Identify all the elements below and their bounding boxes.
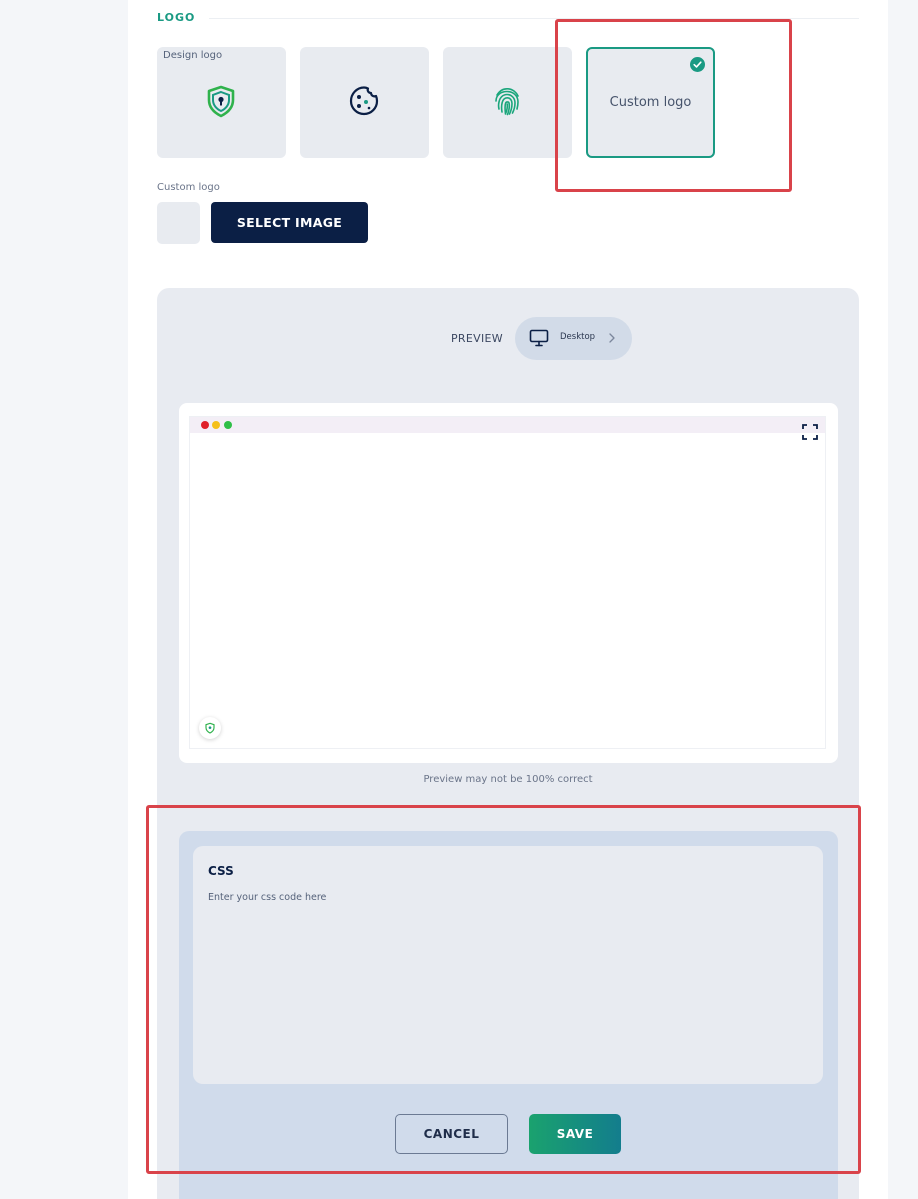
cookie-icon <box>346 83 382 119</box>
window-minimize-dot <box>212 421 220 429</box>
device-selector[interactable]: Desktop <box>515 317 632 360</box>
preview-disclaimer: Preview may not be 100% correct <box>423 774 593 785</box>
window-maximize-dot <box>224 421 232 429</box>
css-code-input[interactable] <box>206 890 814 1074</box>
browser-window-preview <box>189 416 826 749</box>
css-editor: CSS <box>193 846 823 1084</box>
select-image-button[interactable]: SELECT IMAGE <box>211 202 368 243</box>
preview-label: PREVIEW <box>451 332 503 345</box>
fullscreen-icon[interactable] <box>802 424 818 440</box>
logo-option-fingerprint[interactable] <box>443 47 572 158</box>
logo-section-header: LOGO <box>157 10 859 26</box>
logo-option-caption: Design logo <box>163 50 223 61</box>
window-close-dot <box>201 421 209 429</box>
logo-section-title: LOGO <box>157 11 196 24</box>
css-title: CSS <box>208 864 234 878</box>
device-label: Desktop <box>560 332 596 342</box>
css-panel: CSS CANCEL SAVE <box>179 831 838 1199</box>
monitor-icon <box>529 329 549 347</box>
section-divider <box>209 18 859 19</box>
custom-logo-thumbnail <box>157 202 200 244</box>
shield-lock-icon <box>205 722 215 734</box>
custom-logo-option-label: Custom logo <box>609 95 692 110</box>
save-button[interactable]: SAVE <box>529 1114 621 1154</box>
preview-panel: PREVIEW Desktop Preview may not be 100% … <box>157 288 859 1199</box>
fingerprint-icon <box>489 83 525 119</box>
logo-options: Design logo Custom logo <box>157 47 717 159</box>
browser-titlebar <box>190 417 825 433</box>
preview-card <box>179 403 838 763</box>
logo-option-cookie[interactable] <box>300 47 429 158</box>
check-icon <box>690 57 705 72</box>
chevron-right-icon <box>608 331 616 345</box>
floating-consent-badge[interactable] <box>199 717 221 739</box>
logo-option-custom[interactable]: Custom logo <box>586 47 715 158</box>
custom-logo-label: Custom logo <box>157 182 220 193</box>
settings-page: LOGO Design logo Custom logo Custom logo… <box>128 0 888 1199</box>
shield-lock-icon <box>203 83 239 119</box>
cancel-button[interactable]: CANCEL <box>395 1114 508 1154</box>
logo-option-design[interactable]: Design logo <box>157 47 286 158</box>
